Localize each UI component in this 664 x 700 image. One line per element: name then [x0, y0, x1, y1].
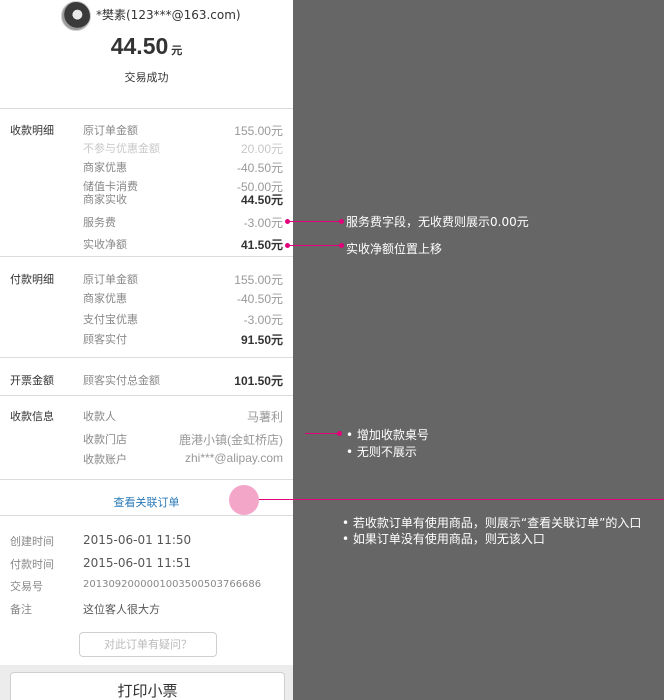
- annotation-dot: [339, 219, 344, 224]
- row-value: 44.50元: [240, 193, 283, 207]
- pay-row-customer-paid: 顾客实付 91.50元: [0, 331, 293, 347]
- amount-value: 44.50: [110, 33, 169, 59]
- meta-value: 2015-06-01 11:50: [83, 533, 192, 547]
- row-value: 101.50元: [234, 374, 283, 388]
- meta-value: 这位客人很大方: [83, 603, 160, 616]
- row-value: -40.50元: [236, 292, 283, 306]
- avatar: [61, 1, 91, 31]
- row-value: 155.00元: [234, 124, 283, 138]
- meta-row-note: 备注 这位客人很大方: [0, 601, 293, 617]
- annotation-dot: [337, 431, 342, 436]
- annotation-table-line1: • 增加收款桌号: [346, 428, 429, 442]
- row-label: 服务费: [83, 216, 116, 229]
- pay-row-original: 付款明细 原订单金额 155.00元: [0, 271, 293, 287]
- receive-row-merchant-discount: 商家优惠 -40.50元: [0, 159, 293, 175]
- order-detail-panel: *樊素(123***@163.com) 44.50 元 交易成功 收款明细 原订单…: [0, 0, 293, 700]
- row-value: -40.50元: [236, 161, 283, 175]
- meta-label: 备注: [10, 603, 32, 616]
- receive-row-net-amount: 实收净额 41.50元: [0, 236, 293, 252]
- row-value: 马薯利: [246, 410, 283, 424]
- meta-row-created: 创建时间 2015-06-01 11:50: [0, 533, 293, 549]
- receive-row-original: 收款明细 原订单金额 155.00元: [0, 122, 293, 138]
- pay-row-alipay-discount: 支付宝优惠 -3.00元: [0, 311, 293, 327]
- user-name: *樊素(123***@163.com): [96, 8, 241, 22]
- row-value: 91.50元: [240, 333, 283, 347]
- annotation-arrow: [287, 221, 342, 222]
- annotation-link-line2: • 如果订单没有使用商品，则无该入口: [342, 532, 545, 546]
- row-label: 收款门店: [83, 433, 127, 446]
- invoice-row: 开票金额 顾客实付总金额 101.50元: [0, 372, 293, 388]
- row-label: 商家优惠: [83, 292, 127, 305]
- row-label: 商家优惠: [83, 161, 127, 174]
- row-value: zhi***@alipay.com: [185, 451, 283, 465]
- annotation-dot: [285, 243, 290, 248]
- annotation-dot: [339, 243, 344, 248]
- annotation-arrow: [287, 245, 342, 246]
- info-row-store: 收款门店 鹿港小镇(金虹桥店): [0, 431, 293, 447]
- row-label: 顾客实付: [83, 333, 127, 346]
- meta-label: 创建时间: [10, 535, 54, 548]
- info-row-payee: 收款信息 收款人 马薯利: [0, 408, 293, 424]
- order-amount: 44.50 元: [0, 33, 293, 60]
- section-label-receive-info: 收款信息: [10, 410, 54, 423]
- print-receipt-button[interactable]: 打印小票: [10, 672, 285, 700]
- meta-label: 交易号: [10, 580, 43, 593]
- divider: [0, 479, 293, 480]
- row-value: 鹿港小镇(金虹桥店): [179, 433, 283, 447]
- row-label: 原订单金额: [83, 273, 138, 286]
- row-label: 实收净额: [83, 238, 127, 251]
- section-label-invoice: 开票金额: [10, 374, 54, 387]
- row-value: 155.00元: [234, 273, 283, 287]
- meta-row-trade-no: 交易号 2013092000001003500503766686: [0, 578, 293, 594]
- receive-row-merchant-received: 商家实收 44.50元: [0, 191, 293, 207]
- section-label-pay-detail: 付款明细: [10, 273, 54, 286]
- row-value: -3.00元: [243, 216, 283, 230]
- annotation-table-line2: • 无则不展示: [346, 445, 417, 459]
- info-row-account: 收款账户 zhi***@alipay.com: [0, 451, 293, 467]
- row-label: 商家实收: [83, 193, 127, 206]
- row-label: 收款人: [83, 410, 116, 423]
- row-value: 20.00元: [240, 142, 283, 156]
- divider: [0, 256, 293, 257]
- row-value: 41.50元: [240, 238, 283, 252]
- divider: [0, 515, 293, 516]
- row-label: 不参与优惠金额: [83, 142, 160, 155]
- pay-row-merchant-discount: 商家优惠 -40.50元: [0, 290, 293, 306]
- row-label: 顾客实付总金额: [83, 374, 160, 387]
- annotation-link-line1: • 若收款订单有使用商品，则展示“查看关联订单”的入口: [342, 516, 642, 530]
- divider: [0, 395, 293, 396]
- row-value: -3.00元: [243, 313, 283, 327]
- annotation-net-amount: 实收净额位置上移: [346, 242, 443, 256]
- question-button[interactable]: 对此订单有疑问？: [79, 632, 217, 657]
- meta-value: 2013092000001003500503766686: [83, 579, 262, 590]
- row-label: 原订单金额: [83, 124, 138, 137]
- annotation-circle-marker: [229, 485, 259, 515]
- receive-row-service-fee: 服务费 -3.00元: [0, 214, 293, 230]
- annotation-arrow: [259, 499, 664, 500]
- annotation-dot: [285, 219, 290, 224]
- section-label-receive-detail: 收款明细: [10, 124, 54, 137]
- amount-unit: 元: [171, 44, 183, 57]
- row-label: 收款账户: [83, 453, 127, 466]
- meta-value: 2015-06-01 11:51: [83, 556, 192, 570]
- divider: [0, 357, 293, 358]
- annotation-service-fee: 服务费字段，无收费则展示0.00元: [346, 215, 529, 229]
- row-label: 支付宝优惠: [83, 313, 138, 326]
- receive-row-excluded: 不参与优惠金额 20.00元: [0, 140, 293, 156]
- meta-label: 付款时间: [10, 558, 54, 571]
- order-header: *樊素(123***@163.com) 44.50 元 交易成功: [0, 0, 293, 109]
- meta-row-paid: 付款时间 2015-06-01 11:51: [0, 556, 293, 572]
- annotation-arrow: [305, 433, 340, 434]
- order-status: 交易成功: [124, 71, 169, 84]
